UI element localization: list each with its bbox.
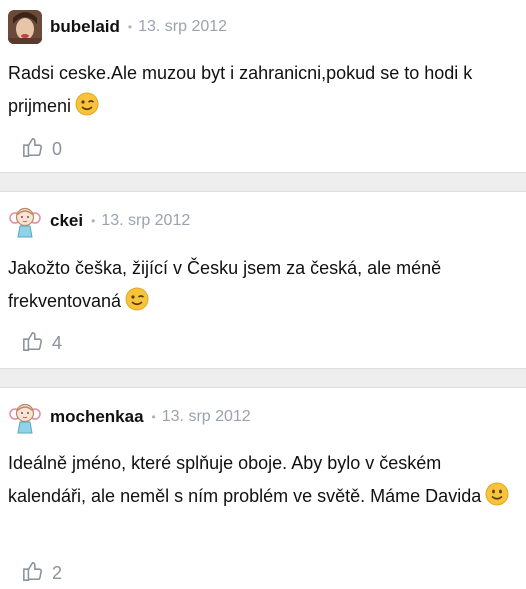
like-count: 4 — [52, 333, 63, 353]
comment-header: bubelaid • 13. srp 2012 — [8, 10, 227, 44]
comment-header: mochenkaa • 13. srp 2012 — [8, 400, 251, 434]
username[interactable]: bubelaid — [50, 17, 120, 37]
comment-text-block: Ideálně jméno, které splňuje oboje. Aby … — [8, 447, 513, 517]
like-control[interactable]: 2 — [22, 560, 62, 587]
like-control[interactable]: 0 — [22, 136, 62, 163]
like-count: 2 — [52, 563, 63, 583]
like-control[interactable]: 4 — [22, 330, 62, 357]
comment-text: Jakožto češka, žijící v Česku jsem za če… — [8, 258, 442, 311]
thumbs-up-icon[interactable] — [22, 560, 44, 587]
like-count: 0 — [52, 139, 63, 159]
comment-item: ckei • 13. srp 2012 Jakožto češka, žijíc… — [0, 192, 526, 368]
smile-emoji-icon — [485, 482, 509, 517]
comment-header: ckei • 13. srp 2012 — [8, 204, 190, 238]
comment-date: 13. srp 2012 — [161, 408, 251, 425]
meta-separator: • — [151, 410, 156, 424]
username[interactable]: ckei — [50, 211, 83, 231]
comment-text: Ideálně jméno, které splňuje oboje. Aby … — [8, 453, 482, 506]
meta-separator: • — [91, 214, 96, 228]
avatar[interactable] — [8, 400, 42, 434]
comment-text-block: Radsi ceske.Ale muzou byt i zahranicni,p… — [8, 57, 513, 127]
comment-date: 13. srp 2012 — [101, 212, 191, 229]
thumbs-up-icon[interactable] — [22, 136, 44, 163]
comment-divider — [0, 368, 526, 388]
avatar[interactable] — [8, 204, 42, 238]
comment-item: bubelaid • 13. srp 2012 Radsi ceske.Ale … — [0, 0, 526, 172]
meta-separator: • — [127, 20, 133, 34]
comment-item: mochenkaa • 13. srp 2012 Ideálně jméno, … — [0, 388, 526, 589]
comment-divider — [0, 172, 526, 192]
thumbs-up-icon[interactable] — [22, 330, 44, 357]
comment-date: 13. srp 2012 — [138, 18, 228, 35]
wink-emoji-icon — [125, 287, 149, 322]
wink-emoji-icon — [75, 92, 99, 127]
comment-text-block: Jakožto češka, žijící v Česku jsem za če… — [8, 252, 513, 322]
username[interactable]: mochenkaa — [50, 407, 144, 427]
avatar[interactable] — [8, 10, 42, 44]
